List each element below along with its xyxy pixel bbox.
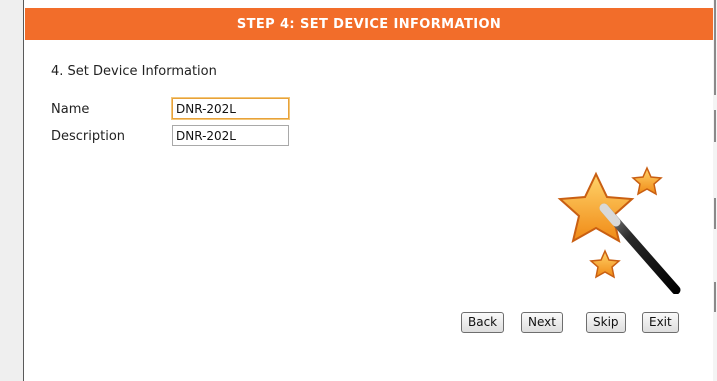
- step-title: STEP 4: SET DEVICE INFORMATION: [236, 16, 502, 32]
- step-header: STEP 4: SET DEVICE INFORMATION: [25, 8, 713, 40]
- frame-tick: [714, 282, 716, 312]
- name-input[interactable]: [172, 98, 289, 119]
- next-button[interactable]: Next: [521, 312, 563, 333]
- description-input[interactable]: [172, 125, 289, 146]
- back-button[interactable]: Back: [461, 312, 505, 333]
- left-frame-border: [0, 0, 24, 381]
- frame-tick: [714, 0, 716, 95]
- name-label: Name: [51, 102, 90, 117]
- frame-tick: [714, 110, 716, 142]
- description-label: Description: [51, 129, 126, 144]
- frame-tick: [714, 198, 716, 229]
- skip-button[interactable]: Skip: [586, 312, 626, 333]
- exit-button[interactable]: Exit: [642, 312, 679, 333]
- magic-wand-stars-icon: [557, 166, 681, 294]
- right-frame-border: [713, 0, 717, 381]
- section-title: 4. Set Device Information: [51, 64, 217, 79]
- wizard-panel: STEP 4: SET DEVICE INFORMATION 4. Set De…: [25, 0, 713, 381]
